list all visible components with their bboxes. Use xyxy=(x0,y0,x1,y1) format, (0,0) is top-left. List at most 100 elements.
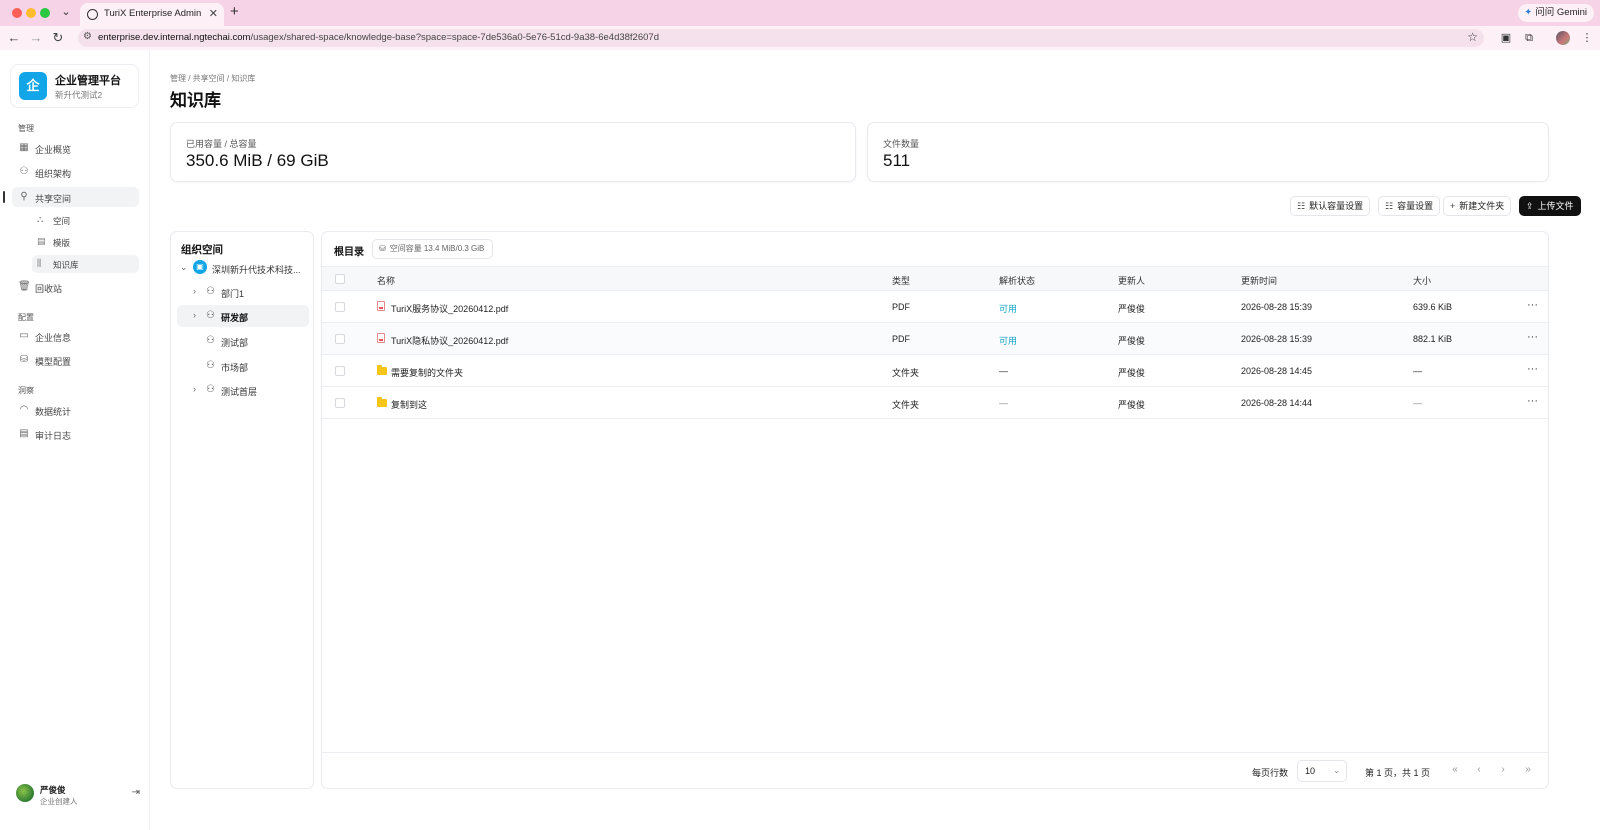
tree-node-test-top[interactable]: › ⚇ 测试首层 xyxy=(177,379,309,401)
page-title: 知识库 xyxy=(170,91,221,110)
new-folder-label: 新建文件夹 xyxy=(1459,201,1505,211)
chevron-right-icon[interactable]: › xyxy=(193,310,196,320)
tab-list-icon[interactable]: ⌄ xyxy=(58,4,74,20)
brand-logo: 企 xyxy=(19,72,47,100)
column-header-size[interactable]: 大小 xyxy=(1413,274,1431,287)
more-actions-icon[interactable]: ··· xyxy=(1527,395,1538,407)
file-name[interactable]: TuriX服务协议_20260412.pdf xyxy=(391,302,508,315)
row-checkbox[interactable] xyxy=(335,334,345,344)
tree-node-rd[interactable]: › ⚇ 研发部 xyxy=(177,305,309,327)
last-page-icon[interactable]: » xyxy=(1521,763,1535,777)
sidebar-item-label: 知识库 xyxy=(53,260,79,270)
chevron-right-icon[interactable]: › xyxy=(193,384,196,394)
more-actions-icon[interactable]: ··· xyxy=(1527,363,1538,375)
column-header-status[interactable]: 解析状态 xyxy=(999,274,1035,287)
capacity-stat-card: 已用容量 / 总容量 350.6 MiB / 69 GiB xyxy=(170,122,856,182)
row-checkbox[interactable] xyxy=(335,302,345,312)
table-row[interactable]: TuriX服务协议_20260412.pdf PDF 可用 严俊俊 2026-0… xyxy=(322,291,1548,323)
default-capacity-label: 默认容量设置 xyxy=(1309,201,1364,211)
file-name[interactable]: 复制到这 xyxy=(391,398,427,411)
sidebar-item-model-config[interactable]: ⛁ 模型配置 xyxy=(12,350,139,370)
file-type: 文件夹 xyxy=(892,368,920,378)
file-size: — xyxy=(1413,398,1422,408)
sidebar-item-overview[interactable]: ▦ 企业概览 xyxy=(12,138,139,158)
new-folder-button[interactable]: + 新建文件夹 xyxy=(1443,196,1512,216)
ask-gemini-button[interactable]: ✦ 问问 Gemini xyxy=(1518,4,1594,22)
log-icon: ▤ xyxy=(19,428,29,439)
table-row[interactable]: 需要复制的文件夹 文件夹 — 严俊俊 2026-08-28 14:45 — ··… xyxy=(322,355,1548,387)
browser-tab[interactable]: TuriX Enterprise Admin ✕ xyxy=(80,3,224,26)
table-row[interactable]: 复制到这 文件夹 — 严俊俊 2026-08-28 14:44 — ··· xyxy=(322,387,1548,419)
sidebar-item-shared-space[interactable]: ⚲ 共享空间 xyxy=(12,187,139,207)
close-window-button[interactable] xyxy=(12,8,22,18)
file-count-value: 511 xyxy=(883,151,911,170)
sidebar-subitem-knowledge-base[interactable]: ⫼ 知识库 xyxy=(32,255,139,273)
tree-node-label: 市场部 xyxy=(221,363,249,373)
tree-node-company[interactable]: ⌄ ▣ 深圳新升代技术科技... xyxy=(177,257,309,279)
site-info-icon[interactable]: ⚙ xyxy=(83,31,92,42)
folder-icon xyxy=(377,365,387,375)
profile-avatar[interactable] xyxy=(1556,31,1570,45)
new-tab-icon[interactable]: + xyxy=(230,4,239,20)
org-tree-panel: 组织空间 ⌄ ▣ 深圳新升代技术科技... › ⚇ 部门1 › ⚇ 研发部 ⚇ … xyxy=(170,231,314,789)
default-capacity-button[interactable]: ☷ 默认容量设置 xyxy=(1290,196,1371,216)
sidebar-subitem-template[interactable]: ▤ 模版 xyxy=(32,233,139,251)
brand-name: 企业管理平台 xyxy=(55,75,121,87)
select-all-checkbox[interactable] xyxy=(335,274,345,284)
chevron-down-icon[interactable]: ⌄ xyxy=(180,262,188,273)
logout-icon[interactable]: ⇥ xyxy=(132,787,140,798)
sidebar-item-org[interactable]: ⚇ 组织架构 xyxy=(12,162,139,182)
brand-card[interactable]: 企 企业管理平台 新升代测试2 xyxy=(10,64,139,108)
file-name[interactable]: TuriX隐私协议_20260412.pdf xyxy=(391,334,508,347)
prev-page-icon[interactable]: ‹ xyxy=(1472,763,1486,777)
pagination-bar: 每页行数 10 ⌄ 第 1 页，共 1 页 « ‹ › » xyxy=(322,752,1548,788)
updated-at: 2026-08-28 15:39 xyxy=(1241,334,1313,344)
row-checkbox[interactable] xyxy=(335,366,345,376)
user-profile[interactable]: 严俊俊 企业创建人 ⇥ xyxy=(16,782,140,806)
chevron-right-icon[interactable]: › xyxy=(193,286,196,296)
back-arrow-icon[interactable]: ← xyxy=(6,30,22,46)
close-tab-icon[interactable]: ✕ xyxy=(209,7,218,20)
tab-search-icon[interactable]: ▣ xyxy=(1499,31,1513,45)
maximize-window-button[interactable] xyxy=(40,8,50,18)
row-checkbox[interactable] xyxy=(335,398,345,408)
extensions-puzzle-icon[interactable]: ⧉ xyxy=(1522,31,1536,45)
table-row[interactable]: TuriX隐私协议_20260412.pdf PDF 可用 严俊俊 2026-0… xyxy=(322,323,1548,355)
browser-menu-icon[interactable]: ⋮ xyxy=(1580,31,1594,45)
column-header-updater[interactable]: 更新人 xyxy=(1118,274,1145,287)
reload-icon[interactable]: ↻ xyxy=(50,30,66,46)
tab-title: TuriX Enterprise Admin xyxy=(104,8,202,19)
forward-arrow-icon[interactable]: → xyxy=(28,30,44,46)
column-header-type[interactable]: 类型 xyxy=(892,274,910,287)
sidebar-item-label: 企业信息 xyxy=(35,333,72,343)
more-actions-icon[interactable]: ··· xyxy=(1527,331,1538,343)
sidebar-subitem-space[interactable]: ⛬ 空间 xyxy=(32,211,139,229)
bookmark-star-icon[interactable]: ☆ xyxy=(1467,30,1478,44)
file-name[interactable]: 需要复制的文件夹 xyxy=(391,366,463,379)
sidebar-item-company-info[interactable]: ▭ 企业信息 xyxy=(12,326,139,346)
file-type: PDF xyxy=(892,334,910,344)
sidebar-item-audit-log[interactable]: ▤ 审计日志 xyxy=(12,424,139,444)
tree-node-test[interactable]: ⚇ 测试部 xyxy=(177,330,309,352)
tree-node-dept1[interactable]: › ⚇ 部门1 xyxy=(177,281,309,303)
sidebar-item-label: 空间 xyxy=(53,216,71,226)
first-page-icon[interactable]: « xyxy=(1448,763,1462,777)
column-header-name[interactable]: 名称 xyxy=(377,274,395,287)
tree-node-marketing[interactable]: ⚇ 市场部 xyxy=(177,355,309,377)
column-header-updated-at[interactable]: 更新时间 xyxy=(1241,274,1277,287)
sidebar-item-label: 模版 xyxy=(53,238,71,248)
upload-file-button[interactable]: ⇪ 上传文件 xyxy=(1519,196,1581,216)
next-page-icon[interactable]: › xyxy=(1496,763,1510,777)
capacity-settings-label: 容量设置 xyxy=(1397,201,1434,211)
minimize-window-button[interactable] xyxy=(26,8,36,18)
dashboard-icon: ▦ xyxy=(19,142,29,153)
sidebar-item-trash[interactable]: 🗑 回收站 xyxy=(12,277,139,297)
address-bar[interactable]: ⚙ enterprise.dev.internal.ngtechai.com/u… xyxy=(78,29,1484,47)
capacity-settings-button[interactable]: ☷ 容量设置 xyxy=(1378,196,1441,216)
sidebar-item-statistics[interactable]: ◠ 数据统计 xyxy=(12,400,139,420)
updated-at: 2026-08-28 14:45 xyxy=(1241,366,1313,376)
rows-per-page-select[interactable]: 10 ⌄ xyxy=(1297,760,1347,782)
updated-at: 2026-08-28 14:44 xyxy=(1241,398,1313,408)
more-actions-icon[interactable]: ··· xyxy=(1527,299,1538,311)
database-icon: ⛁ xyxy=(19,354,29,365)
